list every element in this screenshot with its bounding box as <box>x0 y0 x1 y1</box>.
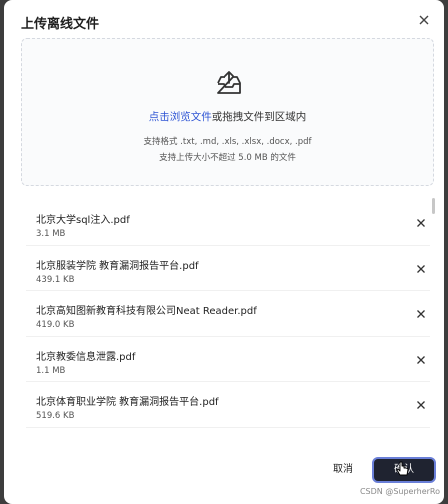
file-item: 北京服装学院 教育漏洞报告平台.pdf 439.1 KB <box>26 246 430 291</box>
file-item: 北京教委信息泄露.pdf 1.1 MB <box>26 337 430 382</box>
file-size: 439.1 KB <box>36 274 75 285</box>
file-list-scrollbar[interactable] <box>432 198 435 214</box>
max-size-hint: 支持上传大小不超过 5.0 MB 的文件 <box>159 153 296 163</box>
remove-file-icon[interactable] <box>416 355 426 365</box>
drag-hint-text: 或拖拽文件到区域内 <box>211 111 307 123</box>
upload-tray-icon <box>217 71 241 94</box>
supported-formats-hint: 支持格式 .txt, .md, .xls, .xlsx, .docx, .pdf <box>143 137 312 147</box>
file-item: 北京高知图新教育科技有限公司Neat Reader.pdf 419.0 KB <box>26 291 430 337</box>
upload-dialog: 上传离线文件 点击浏览文件或拖拽文件到区域内 支持格式 .txt, .md, .… <box>4 0 444 504</box>
close-icon[interactable] <box>416 12 432 28</box>
file-item: 北京体育职业学院 教育漏洞报告平台.pdf 519.6 KB <box>26 382 430 428</box>
file-size: 519.6 KB <box>36 411 75 421</box>
remove-file-icon[interactable] <box>416 218 426 228</box>
file-dropzone[interactable]: 点击浏览文件或拖拽文件到区域内 支持格式 .txt, .md, .xls, .x… <box>21 38 434 186</box>
file-size: 3.1 MB <box>36 229 66 239</box>
file-list: 北京大学sql注入.pdf 3.1 MB 北京服装学院 教育漏洞报告平台.pdf… <box>26 200 430 436</box>
file-size: 419.0 KB <box>36 320 75 330</box>
file-name: 北京教委信息泄露.pdf <box>36 351 136 363</box>
file-item: 北京大学sql注入.pdf 3.1 MB <box>26 200 430 246</box>
remove-file-icon[interactable] <box>416 264 426 274</box>
file-name: 北京体育职业学院 教育漏洞报告平台.pdf <box>36 397 219 408</box>
file-name: 北京服装学院 教育漏洞报告平台.pdf <box>36 260 199 272</box>
dialog-title: 上传离线文件 <box>21 17 100 32</box>
remove-file-icon[interactable] <box>416 309 426 319</box>
mouse-pointer-icon <box>396 461 409 476</box>
file-size: 1.1 MB <box>36 365 66 376</box>
file-name: 北京大学sql注入.pdf <box>36 215 130 226</box>
dropzone-instruction: 点击浏览文件或拖拽文件到区域内 <box>22 109 433 124</box>
watermark-text: CSDN @SuperherRo <box>359 487 440 496</box>
remove-file-icon[interactable] <box>416 400 426 410</box>
file-name: 北京高知图新教育科技有限公司Neat Reader.pdf <box>36 306 257 317</box>
cancel-button[interactable]: 取消 <box>324 460 362 480</box>
browse-files-link[interactable]: 点击浏览文件 <box>149 111 212 123</box>
